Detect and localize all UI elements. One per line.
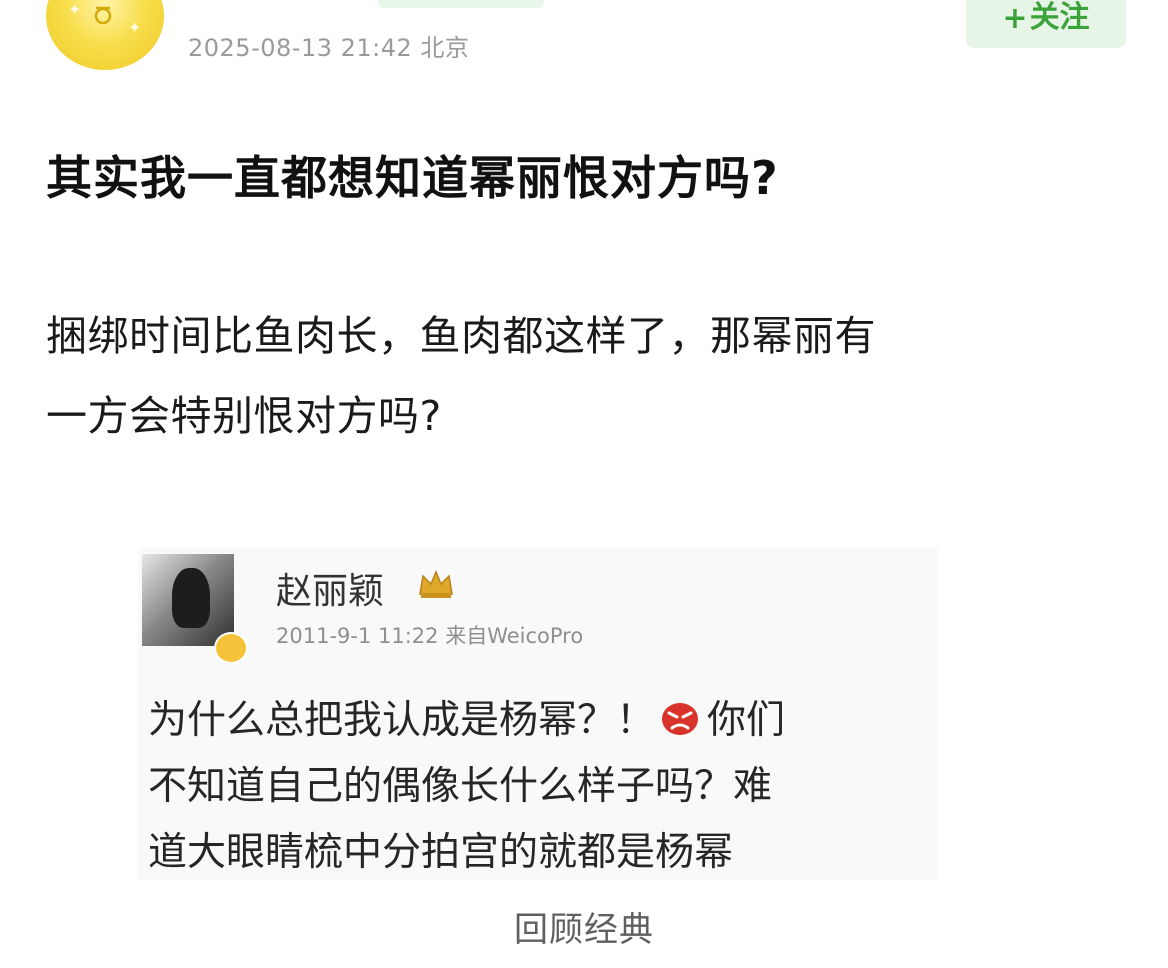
user-avatar[interactable]: ✦ ✦	[46, 0, 164, 70]
post-body: 捆绑时间比鱼肉长，鱼肉都这样了，那幂丽有 一方会特别恨对方吗?	[46, 296, 1126, 456]
post-timestamp: 2025-08-13 21:42 北京	[188, 28, 469, 63]
quoted-post-text: 为什么总把我认成是杨幂？！ 你们 不知道自己的偶像长什么样子吗？难 道大眼睛梳中…	[148, 688, 938, 886]
sparkle-icon: ✦	[68, 0, 82, 19]
quoted-post-screenshot[interactable]: 赵丽颖 2011-9-1 11:22 来自WeicoPro 为什么总把我认成是杨…	[138, 548, 938, 880]
image-caption: 回顾经典	[514, 910, 654, 950]
post-location: 北京	[420, 34, 470, 62]
post-body-line: 捆绑时间比鱼肉长，鱼肉都这样了，那幂丽有	[46, 312, 876, 360]
avatar-logo-icon	[94, 6, 112, 24]
quoted-text-line: 不知道自己的偶像长什么样子吗？难	[148, 764, 773, 809]
quoted-post-meta: 2011-9-1 11:22 来自WeicoPro	[276, 620, 583, 650]
post-header: ✦ ✦ 2025-08-13 21:42 北京 + 关注	[0, 0, 1168, 80]
vip-crown-icon	[419, 570, 453, 598]
avatar-silhouette	[172, 568, 210, 628]
follow-label: 关注	[1029, 0, 1090, 35]
post-title: 其实我一直都想知道幂丽恨对方吗?	[46, 151, 779, 205]
post-body-line: 一方会特别恨对方吗?	[46, 392, 442, 440]
verified-badge-icon	[214, 632, 248, 664]
quoted-post-source: 来自WeicoPro	[445, 624, 584, 648]
quoted-author-name: 赵丽颖	[276, 571, 385, 612]
quoted-text-line: 道大眼睛梳中分拍宫的就都是杨幂	[148, 830, 734, 875]
quoted-author-avatar	[142, 554, 234, 646]
plus-icon: +	[1002, 1, 1028, 36]
angry-face-emoji-icon	[662, 703, 699, 735]
post-date: 2025-08-13 21:42	[188, 34, 413, 62]
sparkle-icon: ✦	[128, 18, 142, 37]
quoted-text-segment: 你们	[707, 698, 786, 743]
quoted-text-segment: 为什么总把我认成是杨幂？！	[148, 698, 656, 743]
author-badge	[378, 0, 544, 8]
follow-button[interactable]: + 关注	[966, 0, 1126, 48]
quoted-post-date: 2011-9-1 11:22	[276, 624, 439, 648]
